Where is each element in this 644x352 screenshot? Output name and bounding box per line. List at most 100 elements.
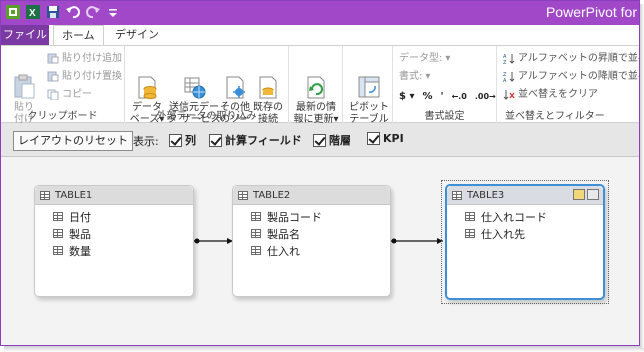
table-card-table2[interactable]: TABLE2 製品コード 製品名 仕入れ <box>232 185 391 297</box>
clipboard-group: 貼り 付け 貼り付け追加 貼り付け置換 コピー クリップボード <box>1 46 125 125</box>
pivot-group: ピボット テーブル▾ <box>343 46 393 137</box>
table-icon <box>238 190 248 200</box>
excel-icon[interactable]: X <box>25 4 41 20</box>
paste-append-button[interactable]: 貼り付け追加 <box>47 52 122 65</box>
data-type-dropdown[interactable]: データ型: ▾ <box>399 52 450 65</box>
undo-icon[interactable] <box>65 4 81 20</box>
window-shadow <box>640 4 644 348</box>
title-bar: X PowerPivot for <box>1 1 639 25</box>
format-dropdown[interactable]: 書式: ▾ <box>399 70 430 83</box>
window-shadow <box>4 346 644 352</box>
clear-sort-icon <box>503 89 515 100</box>
chevron-down-icon: ▾ <box>445 53 451 64</box>
comma-format-button[interactable]: ' <box>441 90 444 103</box>
table-card-table3[interactable]: TABLE3 仕入れコード 仕入れ先 <box>445 184 605 300</box>
redo-icon[interactable] <box>85 4 101 20</box>
currency-format-button[interactable]: $ ▾ <box>399 90 414 103</box>
diagram-canvas[interactable]: TABLE1 日付 製品 数量 TABLE2 製品コード 製品名 仕入れ TAB… <box>1 158 639 345</box>
table-icon <box>452 190 462 200</box>
column-icon <box>251 229 261 238</box>
percent-format-button[interactable]: % <box>422 90 432 103</box>
increase-decimal-button[interactable]: ←.0 <box>452 90 467 103</box>
refresh-button[interactable]: 最新の情 報に更新▾ <box>293 50 339 126</box>
paste-replace-icon <box>47 71 59 82</box>
column-row[interactable]: 仕入れコード <box>447 208 603 225</box>
svg-text:X: X <box>29 8 36 19</box>
sort-filter-group: AZ アルファベットの昇順で並べ替え ZA アルファベットの降順で並べ替え 並べ… <box>497 46 639 124</box>
column-icon <box>465 212 475 221</box>
tab-design[interactable]: デザイン <box>107 25 167 45</box>
number-format-buttons: $ ▾ % ' ←.0 .00→ <box>399 90 496 103</box>
data-service-icon <box>182 62 206 99</box>
other-sources-icon <box>223 62 247 99</box>
reset-layout-button[interactable]: レイアウトのリセット <box>13 131 133 151</box>
maximize-icon[interactable] <box>587 189 599 200</box>
tab-file[interactable]: ファイル <box>1 25 49 45</box>
show-columns-checkbox[interactable]: 列 <box>169 132 196 148</box>
copy-icon <box>47 89 59 101</box>
tab-home[interactable]: ホーム <box>53 25 104 45</box>
show-label: 表示: <box>133 135 159 148</box>
relationship-end-dot <box>391 238 397 244</box>
svg-text:Z: Z <box>503 60 507 64</box>
format-group: データ型: ▾ 書式: ▾ $ ▾ % ' ←.0 .00→ 書式設定 <box>393 46 497 124</box>
sort-filter-group-label: 並べ替えとフィルター <box>505 111 605 122</box>
external-data-group-label: 外部データの取り込み <box>156 111 257 122</box>
sort-descending-icon: ZA <box>503 71 515 84</box>
table-header[interactable]: TABLE1 <box>35 186 193 205</box>
table-name: TABLE3 <box>467 189 505 201</box>
expand-icon[interactable] <box>573 189 585 200</box>
clipboard-group-label: クリップボード <box>27 111 98 122</box>
table-card-table1[interactable]: TABLE1 日付 製品 数量 <box>34 185 194 297</box>
checkbox-checked-icon <box>209 133 222 147</box>
column-row[interactable]: 日付 <box>35 208 193 225</box>
powerpivot-app-icon <box>5 4 21 20</box>
refresh-group: 最新の情 報に更新▾ <box>289 46 343 126</box>
column-row[interactable]: 仕入れ先 <box>447 225 603 242</box>
sort-ascending-button[interactable]: AZ アルファベットの昇順で並べ替え <box>503 52 639 66</box>
checkbox-checked-icon <box>313 133 326 147</box>
copy-button[interactable]: コピー <box>47 88 92 101</box>
svg-text:A: A <box>503 78 507 82</box>
external-data-group: データ ベース▾ 送信元デー タ サービス▾ その他 のソース 既存の 接続 <box>125 46 289 137</box>
checkbox-checked-icon <box>169 133 182 147</box>
column-icon <box>251 212 261 221</box>
paste-append-icon <box>47 53 59 64</box>
column-row[interactable]: 仕入れ <box>233 242 390 259</box>
refresh-icon <box>304 62 328 99</box>
sort-ascending-icon: AZ <box>503 53 515 66</box>
database-icon <box>135 62 159 99</box>
paste-replace-button[interactable]: 貼り付け置換 <box>47 70 122 83</box>
pivot-table-icon <box>357 62 381 98</box>
clear-sort-button[interactable]: 並べ替えをクリア <box>503 88 598 101</box>
column-icon <box>53 229 63 238</box>
show-kpi-checkbox[interactable]: KPI <box>367 132 404 145</box>
format-group-label: 書式設定 <box>424 111 465 122</box>
table-header[interactable]: TABLE2 <box>233 186 390 205</box>
show-hierarchies-checkbox[interactable]: 階層 <box>313 132 351 148</box>
diagram-toolbar: レイアウトのリセット 表示: 列 計算フィールド 階層 KPI <box>1 123 639 157</box>
table-name: TABLE1 <box>55 189 93 201</box>
column-icon <box>53 246 63 255</box>
relationship-end-dot <box>194 238 200 244</box>
ribbon: 貼り 付け 貼り付け追加 貼り付け置換 コピー クリップボード データ ベース▾… <box>1 45 639 137</box>
column-row[interactable]: 製品名 <box>233 225 390 242</box>
table-icon <box>40 190 50 200</box>
decrease-decimal-button[interactable]: .00→ <box>475 90 496 103</box>
checkbox-checked-icon <box>367 132 380 145</box>
ribbon-tabs: ファイル ホーム デザイン <box>1 25 639 45</box>
show-calculated-fields-checkbox[interactable]: 計算フィールド <box>209 132 302 148</box>
paste-icon <box>12 62 36 99</box>
customize-qat-icon[interactable] <box>105 4 121 20</box>
column-icon <box>251 246 261 255</box>
sort-descending-button[interactable]: ZA アルファベットの降順で並べ替え <box>503 70 639 84</box>
column-row[interactable]: 数量 <box>35 242 193 259</box>
save-icon[interactable] <box>45 4 61 20</box>
table-name: TABLE2 <box>253 189 291 201</box>
quick-access-toolbar: X <box>5 4 121 20</box>
column-row[interactable]: 製品 <box>35 225 193 242</box>
window-title: PowerPivot for <box>545 4 637 20</box>
column-icon <box>53 212 63 221</box>
column-row[interactable]: 製品コード <box>233 208 390 225</box>
powerpivot-window: X PowerPivot for ファイル ホーム デザイン 貼り 付け 貼り付… <box>0 0 640 346</box>
